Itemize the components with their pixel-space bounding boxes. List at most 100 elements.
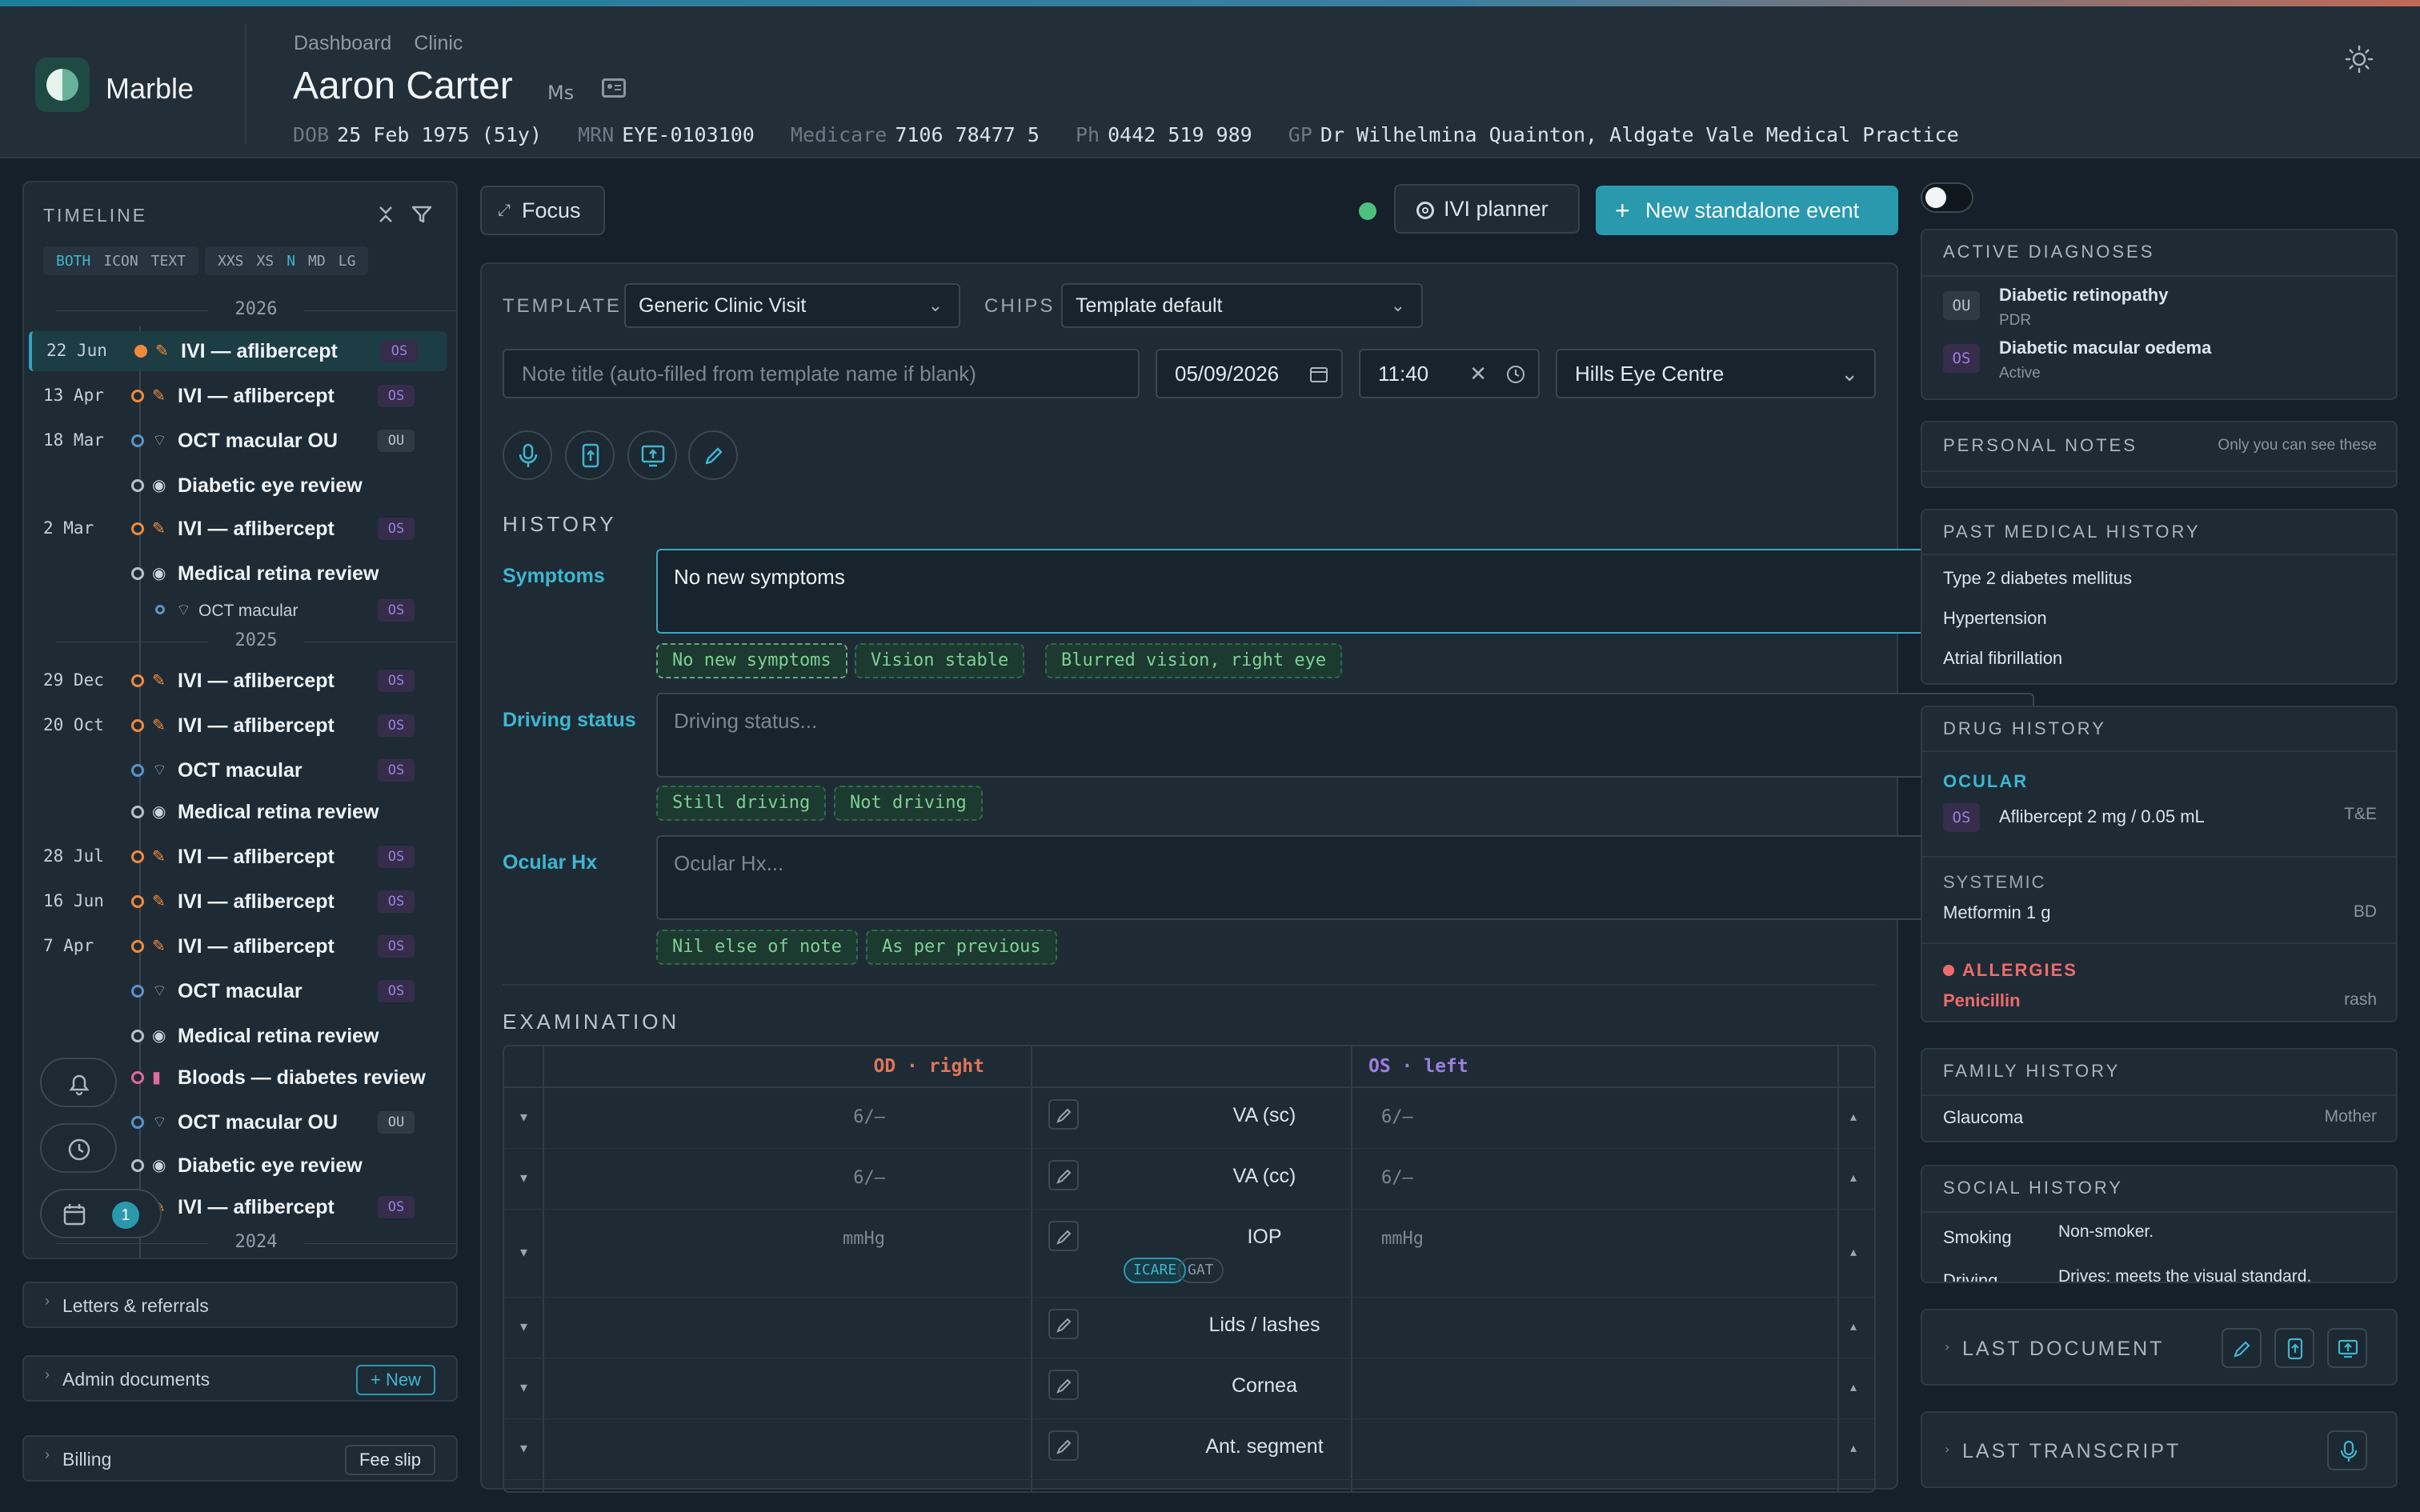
quick-chip[interactable]: As per previous (866, 930, 1057, 965)
ivi-planner-button[interactable]: IVI planner (1394, 184, 1580, 234)
fee-slip-button[interactable]: Fee slip (344, 1445, 435, 1475)
quick-chip[interactable]: Still driving (656, 786, 827, 821)
timeline-item[interactable]: 16 Jun ✎ IVI — aflibercept OS (24, 882, 456, 922)
systemic-drug[interactable]: Metformin 1 g (1943, 902, 2051, 923)
size-xxs[interactable]: XXS (211, 253, 250, 270)
family-condition[interactable]: Glaucoma (1943, 1107, 2023, 1128)
edit-row-button[interactable] (1048, 1221, 1079, 1251)
edit-row-button[interactable] (1048, 1370, 1079, 1400)
new-admin-doc-button[interactable]: + New (356, 1365, 435, 1395)
timeline-item[interactable]: ⌔ OCT macular OS (24, 590, 456, 630)
location-select[interactable]: Hills Eye Centre ⌄ (1556, 349, 1876, 398)
clock-icon[interactable] (1506, 365, 1525, 384)
timeline-item[interactable]: 2 Mar ✎ IVI — aflibercept OS (24, 509, 456, 549)
calendar-icon[interactable] (1309, 365, 1328, 384)
timeline-item[interactable]: ◉ Medical retina review (24, 554, 456, 594)
upload-phone-button[interactable] (565, 430, 615, 480)
id-card-icon[interactable] (602, 78, 626, 98)
app-logo[interactable] (35, 58, 90, 112)
calendar-button[interactable]: 1 (40, 1189, 162, 1238)
pmh-item[interactable]: Type 2 diabetes mellitus (1943, 568, 2132, 589)
timeline-item[interactable]: 20 Oct ✎ IVI — aflibercept OS (24, 706, 456, 746)
view-mode-text[interactable]: TEXT (145, 253, 192, 270)
theme-toggle-sun-icon[interactable] (2345, 45, 2374, 74)
od-value-field[interactable]: mmHg (843, 1229, 885, 1249)
pmh-item[interactable]: Atrial fibrillation (1943, 648, 2062, 669)
admin-documents-section[interactable]: › Admin documents + New (22, 1355, 458, 1402)
timeline-item[interactable]: 22 Jun ✎ IVI — aflibercept OS (29, 331, 447, 371)
dictate-transcript-button[interactable] (2327, 1430, 2367, 1470)
note-title-input[interactable]: Note title (auto-filled from template na… (503, 349, 1140, 398)
expand-row-icon[interactable]: ▾ (520, 1379, 527, 1396)
driving-value[interactable]: Drives; meets the visual standard. (2058, 1267, 2311, 1282)
diagnosis-name[interactable]: Diabetic macular oedema (1999, 338, 2211, 358)
new-standalone-event-button[interactable]: + New standalone event (1596, 186, 1898, 235)
iop-method-toggle[interactable]: GAT (1178, 1258, 1224, 1283)
collapse-row-icon[interactable]: ▴ (1850, 1318, 1857, 1334)
timeline-item[interactable]: ⌔ OCT macular OS (24, 750, 456, 790)
collapse-icon[interactable] (376, 205, 395, 224)
smoking-value[interactable]: Non-smoker. (2058, 1222, 2154, 1242)
pmh-item[interactable]: Hypertension (1943, 608, 2047, 629)
expand-row-icon[interactable]: ▾ (520, 1170, 527, 1186)
size-md[interactable]: MD (302, 253, 332, 270)
timeline-item[interactable]: ⌔ OCT macular OS (24, 971, 456, 1011)
iop-method-toggle[interactable]: ICARE (1124, 1258, 1187, 1283)
date-input[interactable]: 05/09/2026 (1156, 349, 1343, 398)
collapse-row-icon[interactable]: ▴ (1850, 1109, 1857, 1124)
ocular-drug[interactable]: Aflibercept 2 mg / 0.05 mL (1999, 806, 2205, 827)
billing-section[interactable]: › Billing Fee slip (22, 1435, 458, 1482)
panel-toggle[interactable] (1921, 182, 1973, 213)
diagnosis-name[interactable]: Diabetic retinopathy (1999, 285, 2168, 306)
timeline-item[interactable]: 29 Dec ✎ IVI — aflibercept OS (24, 661, 456, 701)
screen-upload-button[interactable] (2327, 1328, 2367, 1368)
timeline-item[interactable]: ◉ Medical retina review (24, 1016, 456, 1056)
edit-row-button[interactable] (1048, 1160, 1079, 1190)
personal-notes-panel[interactable]: PERSONAL NOTES Only you can see these (1921, 421, 2398, 488)
expand-row-icon[interactable]: ▾ (520, 1244, 527, 1261)
edit-row-button[interactable] (1048, 1430, 1079, 1461)
od-value-field[interactable]: 6/– (853, 1168, 885, 1188)
edit-row-button[interactable] (1048, 1099, 1079, 1130)
quick-chip[interactable]: Nil else of note (656, 930, 858, 965)
timeline-item[interactable]: 13 Apr ✎ IVI — aflibercept OS (24, 376, 456, 416)
od-value-field[interactable]: 6/– (853, 1107, 885, 1127)
edit-document-button[interactable] (2222, 1328, 2262, 1368)
clear-icon[interactable]: ✕ (1469, 350, 1487, 397)
time-input[interactable]: 11:40 ✕ (1359, 349, 1540, 398)
allergy-name[interactable]: Penicillin (1943, 990, 2021, 1011)
view-mode-both[interactable]: BOTH (50, 253, 97, 270)
dictate-button[interactable] (503, 430, 552, 480)
breadcrumb-clinic[interactable]: Clinic (414, 32, 463, 54)
quick-chip[interactable]: Vision stable (855, 643, 1025, 678)
collapse-row-icon[interactable]: ▴ (1850, 1244, 1857, 1259)
upload-screen-button[interactable] (627, 430, 677, 480)
last-transcript-panel[interactable]: › LAST TRANSCRIPT (1921, 1411, 2398, 1488)
size-n[interactable]: N (280, 253, 302, 270)
edit-row-button[interactable] (1048, 1309, 1079, 1339)
filter-icon[interactable] (411, 205, 432, 224)
symptoms-textarea[interactable]: No new symptoms (656, 549, 2034, 634)
phone-upload-button[interactable] (2274, 1328, 2314, 1368)
timeline-item[interactable]: ◉ Diabetic eye review (24, 466, 456, 506)
size-lg[interactable]: LG (332, 253, 363, 270)
collapse-row-icon[interactable]: ▴ (1850, 1170, 1857, 1185)
expand-row-icon[interactable]: ▾ (520, 1440, 527, 1457)
notifications-button[interactable] (40, 1058, 117, 1107)
quick-chip[interactable]: Not driving (834, 786, 983, 821)
collapse-row-icon[interactable]: ▴ (1850, 1379, 1857, 1394)
breadcrumb-dashboard[interactable]: Dashboard (294, 32, 391, 54)
template-select[interactable]: Generic Clinic Visit ⌄ (624, 283, 960, 328)
timeline-item[interactable]: 18 Mar ⌔ OCT macular OU OU (24, 421, 456, 461)
timeline-item[interactable]: ◉ Medical retina review (24, 792, 456, 832)
chips-select[interactable]: Template default ⌄ (1061, 283, 1423, 328)
timeline-item[interactable]: 28 Jul ✎ IVI — aflibercept OS (24, 837, 456, 877)
size-xs[interactable]: XS (250, 253, 281, 270)
quick-chip[interactable]: No new symptoms (656, 643, 847, 678)
letters-referrals-section[interactable]: › Letters & referrals (22, 1282, 458, 1328)
driving-status-textarea[interactable]: Driving status... (656, 693, 2034, 778)
expand-row-icon[interactable]: ▾ (520, 1318, 527, 1335)
timeline-item[interactable]: 7 Apr ✎ IVI — aflibercept OS (24, 926, 456, 966)
ocular-hx-textarea[interactable]: Ocular Hx... (656, 835, 2034, 920)
focus-button[interactable]: ⤢ Focus (480, 186, 605, 235)
